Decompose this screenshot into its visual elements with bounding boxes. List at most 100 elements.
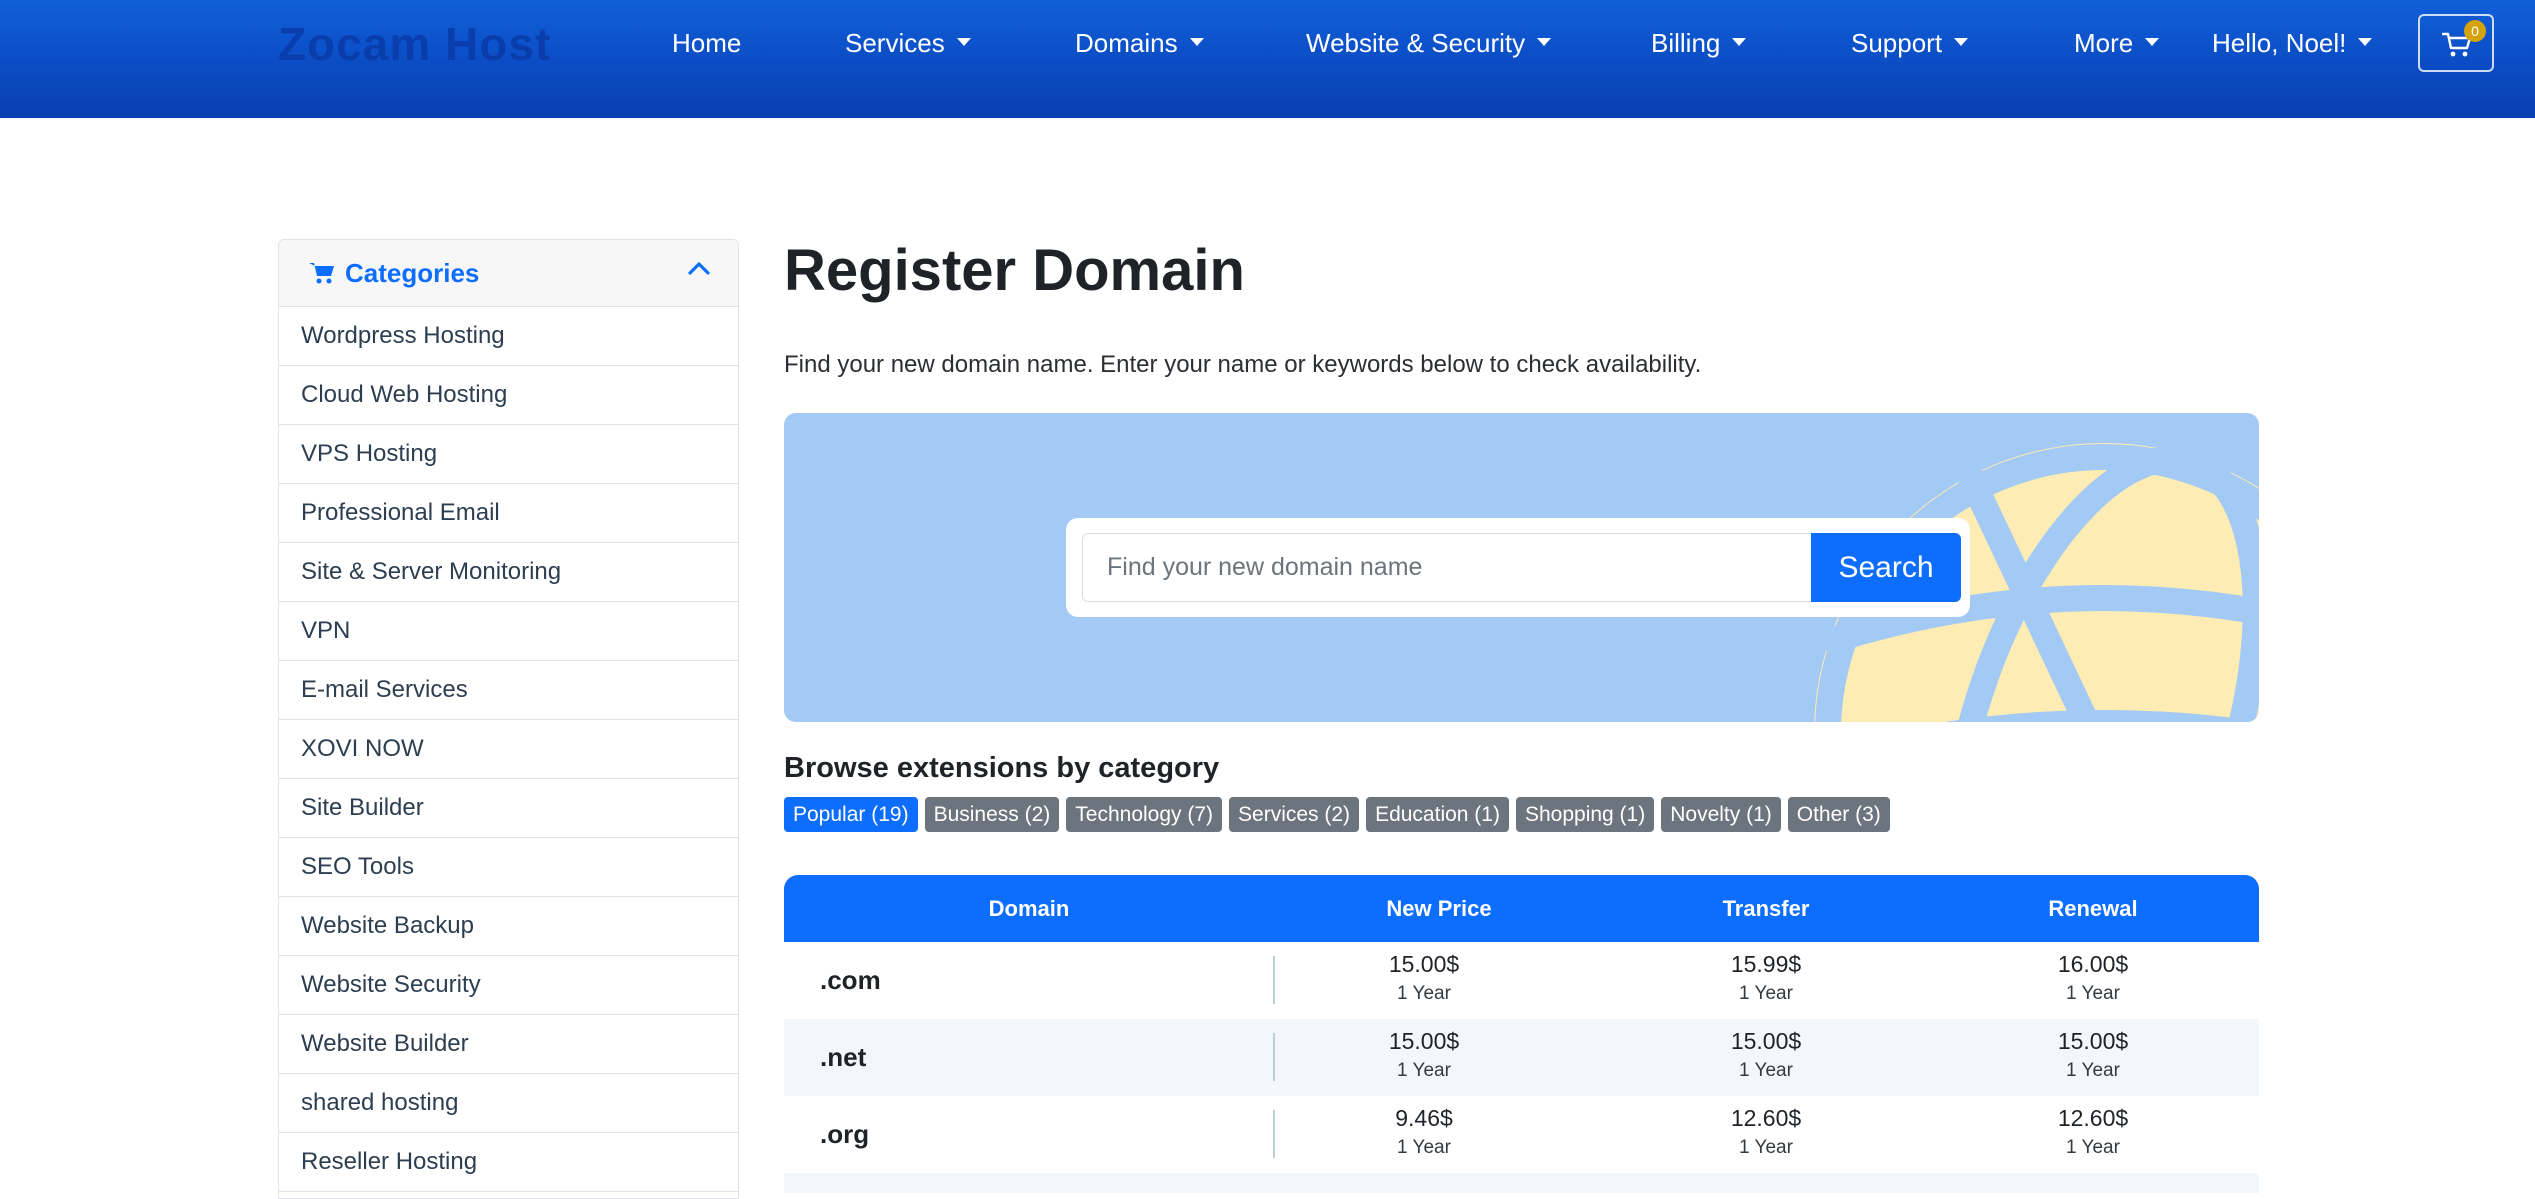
- renewal-period: 1 Year: [2066, 1060, 2120, 1081]
- table-row[interactable]: .org 9.46$ 1 Year 12.60$ 1 Year 12.60$ 1…: [784, 1096, 2259, 1173]
- sidebar-item-wordpress-hosting[interactable]: Wordpress Hosting: [279, 307, 738, 366]
- nav-support-label: Support: [1851, 28, 1943, 58]
- column-header-transfer: Transfer: [1722, 896, 1810, 921]
- renewal-cell: 12.60$ 1 Year: [1973, 1102, 2213, 1162]
- caret-down-icon: [2145, 38, 2160, 47]
- sidebar-item-xovi-now[interactable]: XOVI NOW: [279, 720, 738, 779]
- sidebar-item-site-server-monitoring[interactable]: Site & Server Monitoring: [279, 543, 738, 602]
- new-price-cell: 9.46$ 1 Year: [1304, 1102, 1544, 1162]
- new-price-period: 1 Year: [1397, 1137, 1451, 1158]
- renewal-value: 15.00$: [2057, 1028, 2129, 1054]
- chevron-up-icon[interactable]: [687, 260, 711, 276]
- category-other[interactable]: Other (3): [1787, 797, 1890, 832]
- domain-search-hero: Search: [784, 413, 2259, 722]
- column-header-new-price: New Price: [1386, 896, 1492, 921]
- sidebar-item-seo-tools[interactable]: SEO Tools: [279, 838, 738, 897]
- nav-website-security-label: Website & Security: [1306, 28, 1526, 58]
- sidebar-item-reseller-hosting[interactable]: Reseller Hosting: [279, 1133, 738, 1192]
- caret-down-icon: [1537, 38, 1552, 47]
- domain-extension: .com: [820, 965, 881, 995]
- transfer-value: 15.00$: [1730, 1028, 1802, 1054]
- browse-extensions-title: Browse extensions by category: [784, 752, 1220, 784]
- extension-category-filters: Popular (19) Business (2) Technology (7)…: [784, 797, 1890, 832]
- new-price-value: 15.00$: [1388, 951, 1460, 977]
- caret-down-icon: [956, 38, 971, 47]
- new-price-value: 15.00$: [1388, 1028, 1460, 1054]
- category-education[interactable]: Education (1): [1366, 797, 1509, 832]
- sidebar-item-website-builder[interactable]: Website Builder: [279, 1015, 738, 1074]
- column-divider: [1273, 956, 1275, 1004]
- category-business[interactable]: Business (2): [924, 797, 1060, 832]
- new-price-period: 1 Year: [1397, 1060, 1451, 1081]
- category-technology[interactable]: Technology (7): [1066, 797, 1223, 832]
- renewal-period: 1 Year: [2066, 983, 2120, 1004]
- categories-title: Categories: [345, 258, 480, 288]
- new-price-cell: 15.00$ 1 Year: [1304, 948, 1544, 1008]
- nav-support[interactable]: Support: [1851, 20, 1969, 66]
- nav-more[interactable]: More: [2074, 20, 2160, 66]
- transfer-value: 15.99$: [1730, 951, 1802, 977]
- domain-extension: .net: [820, 1042, 867, 1072]
- domain-extension: .org: [820, 1119, 870, 1149]
- category-popular[interactable]: Popular (19): [784, 797, 918, 832]
- domain-search-box: Search: [1066, 518, 1970, 617]
- table-row-partial: [784, 1173, 2259, 1193]
- column-divider: [1273, 1110, 1275, 1158]
- column-header-domain: Domain: [988, 896, 1070, 921]
- nav-website-security[interactable]: Website & Security: [1306, 20, 1552, 66]
- search-button[interactable]: Search: [1811, 533, 1961, 602]
- category-novelty[interactable]: Novelty (1): [1661, 797, 1781, 832]
- sidebar-item-site-builder[interactable]: Site Builder: [279, 779, 738, 838]
- sidebar-item-vpn[interactable]: VPN: [279, 602, 738, 661]
- sidebar-item-website-security[interactable]: Website Security: [279, 956, 738, 1015]
- caret-down-icon: [1189, 38, 1204, 47]
- renewal-value: 12.60$: [2057, 1105, 2129, 1131]
- transfer-period: 1 Year: [1739, 1060, 1793, 1081]
- category-shopping[interactable]: Shopping (1): [1515, 797, 1655, 832]
- nav-billing[interactable]: Billing: [1651, 20, 1747, 66]
- table-row[interactable]: .com 15.00$ 1 Year 15.99$ 1 Year 16.00$ …: [784, 942, 2259, 1019]
- renewal-value: 16.00$: [2057, 951, 2129, 977]
- sidebar-item-professional-email[interactable]: Professional Email: [279, 484, 738, 543]
- sidebar-item-cloud-web-hosting[interactable]: Cloud Web Hosting: [279, 366, 738, 425]
- table-header: Domain New Price Transfer Renewal: [784, 875, 2259, 942]
- renewal-period: 1 Year: [2066, 1137, 2120, 1158]
- domain-search-input[interactable]: [1082, 533, 1812, 602]
- nav-home[interactable]: Home: [672, 20, 741, 66]
- sidebar-item-email-services[interactable]: E-mail Services: [279, 661, 738, 720]
- renewal-cell: 15.00$ 1 Year: [1973, 1025, 2213, 1085]
- domain-pricing-table: Domain New Price Transfer Renewal .com 1…: [784, 875, 2259, 1195]
- nav-services[interactable]: Services: [845, 20, 971, 66]
- category-services[interactable]: Services (2): [1229, 797, 1360, 832]
- shopping-cart-icon: [309, 263, 334, 284]
- caret-down-icon: [1732, 38, 1747, 47]
- transfer-cell: 15.99$ 1 Year: [1646, 948, 1886, 1008]
- site-logo[interactable]: Zocam Host: [278, 14, 551, 74]
- sidebar-item-website-backup[interactable]: Website Backup: [279, 897, 738, 956]
- cart-button[interactable]: 0: [2418, 14, 2494, 72]
- nav-user-label: Hello, Noel!: [2212, 28, 2347, 58]
- top-navbar: Zocam Host Home Services Domains Website…: [0, 0, 2535, 118]
- intro-text: Find your new domain name. Enter your na…: [784, 351, 1702, 378]
- transfer-value: 12.60$: [1730, 1105, 1802, 1131]
- sidebar-item-shared-hosting[interactable]: shared hosting: [279, 1074, 738, 1133]
- transfer-period: 1 Year: [1739, 983, 1793, 1004]
- new-price-cell: 15.00$ 1 Year: [1304, 1025, 1544, 1085]
- categories-header[interactable]: Categories: [279, 240, 738, 307]
- transfer-cell: 15.00$ 1 Year: [1646, 1025, 1886, 1085]
- nav-home-label: Home: [672, 28, 742, 58]
- transfer-period: 1 Year: [1739, 1137, 1793, 1158]
- nav-user-menu[interactable]: Hello, Noel!: [2212, 20, 2373, 66]
- new-price-period: 1 Year: [1397, 983, 1451, 1004]
- caret-down-icon: [2358, 38, 2373, 47]
- nav-services-label: Services: [845, 28, 945, 58]
- nav-billing-label: Billing: [1651, 28, 1721, 58]
- caret-down-icon: [1954, 38, 1969, 47]
- transfer-cell: 12.60$ 1 Year: [1646, 1102, 1886, 1162]
- nav-domains[interactable]: Domains: [1075, 20, 1204, 66]
- categories-sidebar: Categories Wordpress Hosting Cloud Web H…: [278, 239, 739, 1199]
- page-title: Register Domain: [784, 238, 1245, 303]
- sidebar-item-vps-hosting[interactable]: VPS Hosting: [279, 425, 738, 484]
- table-row[interactable]: .net 15.00$ 1 Year 15.00$ 1 Year 15.00$ …: [784, 1019, 2259, 1096]
- column-divider: [1273, 1033, 1275, 1081]
